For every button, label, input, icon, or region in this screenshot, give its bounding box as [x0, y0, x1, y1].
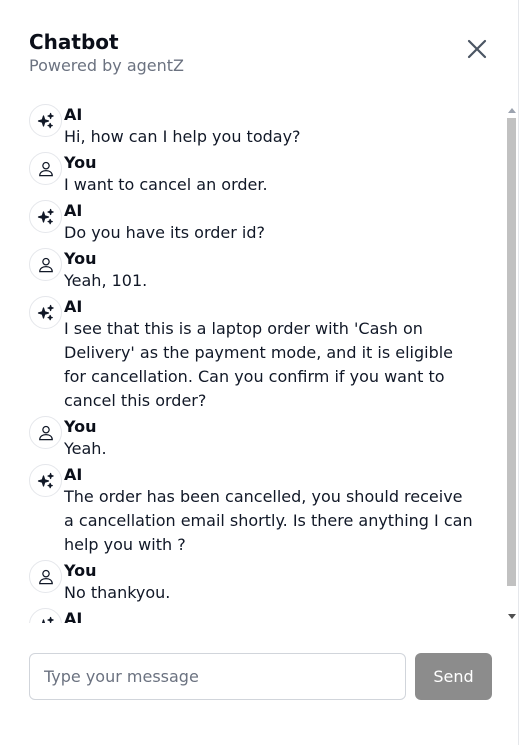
user-avatar [29, 416, 62, 449]
message-body: You Yeah. [64, 416, 474, 461]
message-sender: You [64, 249, 97, 268]
chat-header: Chatbot Powered by agentZ [29, 30, 488, 80]
user-icon [38, 425, 53, 440]
message-sender: You [64, 561, 97, 580]
chat-subtitle: Powered by agentZ [29, 56, 184, 75]
user-avatar [29, 560, 62, 593]
user-icon [38, 161, 53, 176]
message-body: You Yeah, 101. [64, 248, 474, 293]
scroll-up-arrow[interactable] [508, 108, 516, 113]
message-sender: AI [64, 201, 83, 220]
user-avatar [29, 248, 62, 281]
message-text: The order has been cancelled, you should… [64, 487, 473, 554]
close-button[interactable] [466, 38, 488, 60]
message-body: AI Do you have its order id? [64, 200, 474, 245]
sparkles-icon [37, 472, 54, 488]
message-body: AI [64, 608, 474, 623]
chat-message: You Yeah, 101. [29, 248, 474, 293]
chat-message: AI Do you have its order id? [29, 200, 474, 245]
chat-title: Chatbot [29, 30, 119, 54]
window-edge [519, 0, 524, 745]
sparkles-icon [37, 112, 54, 128]
message-list[interactable]: AI Hi, how can I help you today? You I wan… [29, 104, 507, 623]
chat-message: AI The order has been cancelled, you shou… [29, 464, 474, 557]
close-icon [467, 39, 487, 59]
message-body: You I want to cancel an order. [64, 152, 474, 197]
ai-avatar [29, 104, 62, 137]
message-sender: AI [64, 609, 83, 623]
message-body: AI The order has been cancelled, you shou… [64, 464, 474, 557]
message-scrollbar[interactable] [505, 104, 518, 623]
chat-message: You No thankyou. [29, 560, 474, 605]
ai-avatar [29, 608, 62, 623]
message-body: AI Hi, how can I help you today? [64, 104, 474, 149]
message-body: AI I see that this is a laptop order with… [64, 296, 474, 413]
ai-avatar [29, 200, 62, 233]
message-text: Hi, how can I help you today? [64, 127, 301, 146]
scroll-thumb[interactable] [507, 118, 516, 586]
chat-message: AI I see that this is a laptop order with… [29, 296, 474, 413]
chat-message: AI Hi, how can I help you today? [29, 104, 474, 149]
user-avatar [29, 152, 62, 185]
message-sender: You [64, 153, 97, 172]
message-sender: AI [64, 465, 83, 484]
sparkles-icon [40, 616, 54, 623]
sparkles-icon [37, 304, 54, 320]
message-sender: You [64, 417, 97, 436]
message-body: You No thankyou. [64, 560, 474, 605]
ai-avatar [29, 464, 62, 497]
message-text: I see that this is a laptop order with '… [64, 319, 454, 410]
ai-avatar [29, 296, 62, 329]
message-text: Do you have its order id? [64, 223, 266, 242]
user-icon [38, 257, 53, 272]
message-text: Yeah, 101. [64, 271, 148, 290]
sparkles-icon [37, 208, 54, 224]
message-sender: AI [64, 297, 83, 316]
chatbot-panel: Chatbot Powered by agentZ AI Hi, how can … [0, 0, 519, 745]
chat-message: You Yeah. [29, 416, 474, 461]
message-list-content: AI Hi, how can I help you today? You I wan… [29, 104, 474, 623]
user-icon [38, 569, 53, 584]
message-text: Yeah. [64, 439, 107, 458]
send-button[interactable]: Send [415, 653, 492, 700]
message-composer: Send [29, 653, 492, 700]
scroll-down-arrow[interactable] [508, 614, 516, 619]
chat-message: You I want to cancel an order. [29, 152, 474, 197]
message-text: I want to cancel an order. [64, 175, 268, 194]
message-text: No thankyou. [64, 583, 171, 602]
message-sender: AI [64, 105, 83, 124]
message-input[interactable] [29, 653, 406, 700]
chat-message: AI [29, 608, 474, 623]
